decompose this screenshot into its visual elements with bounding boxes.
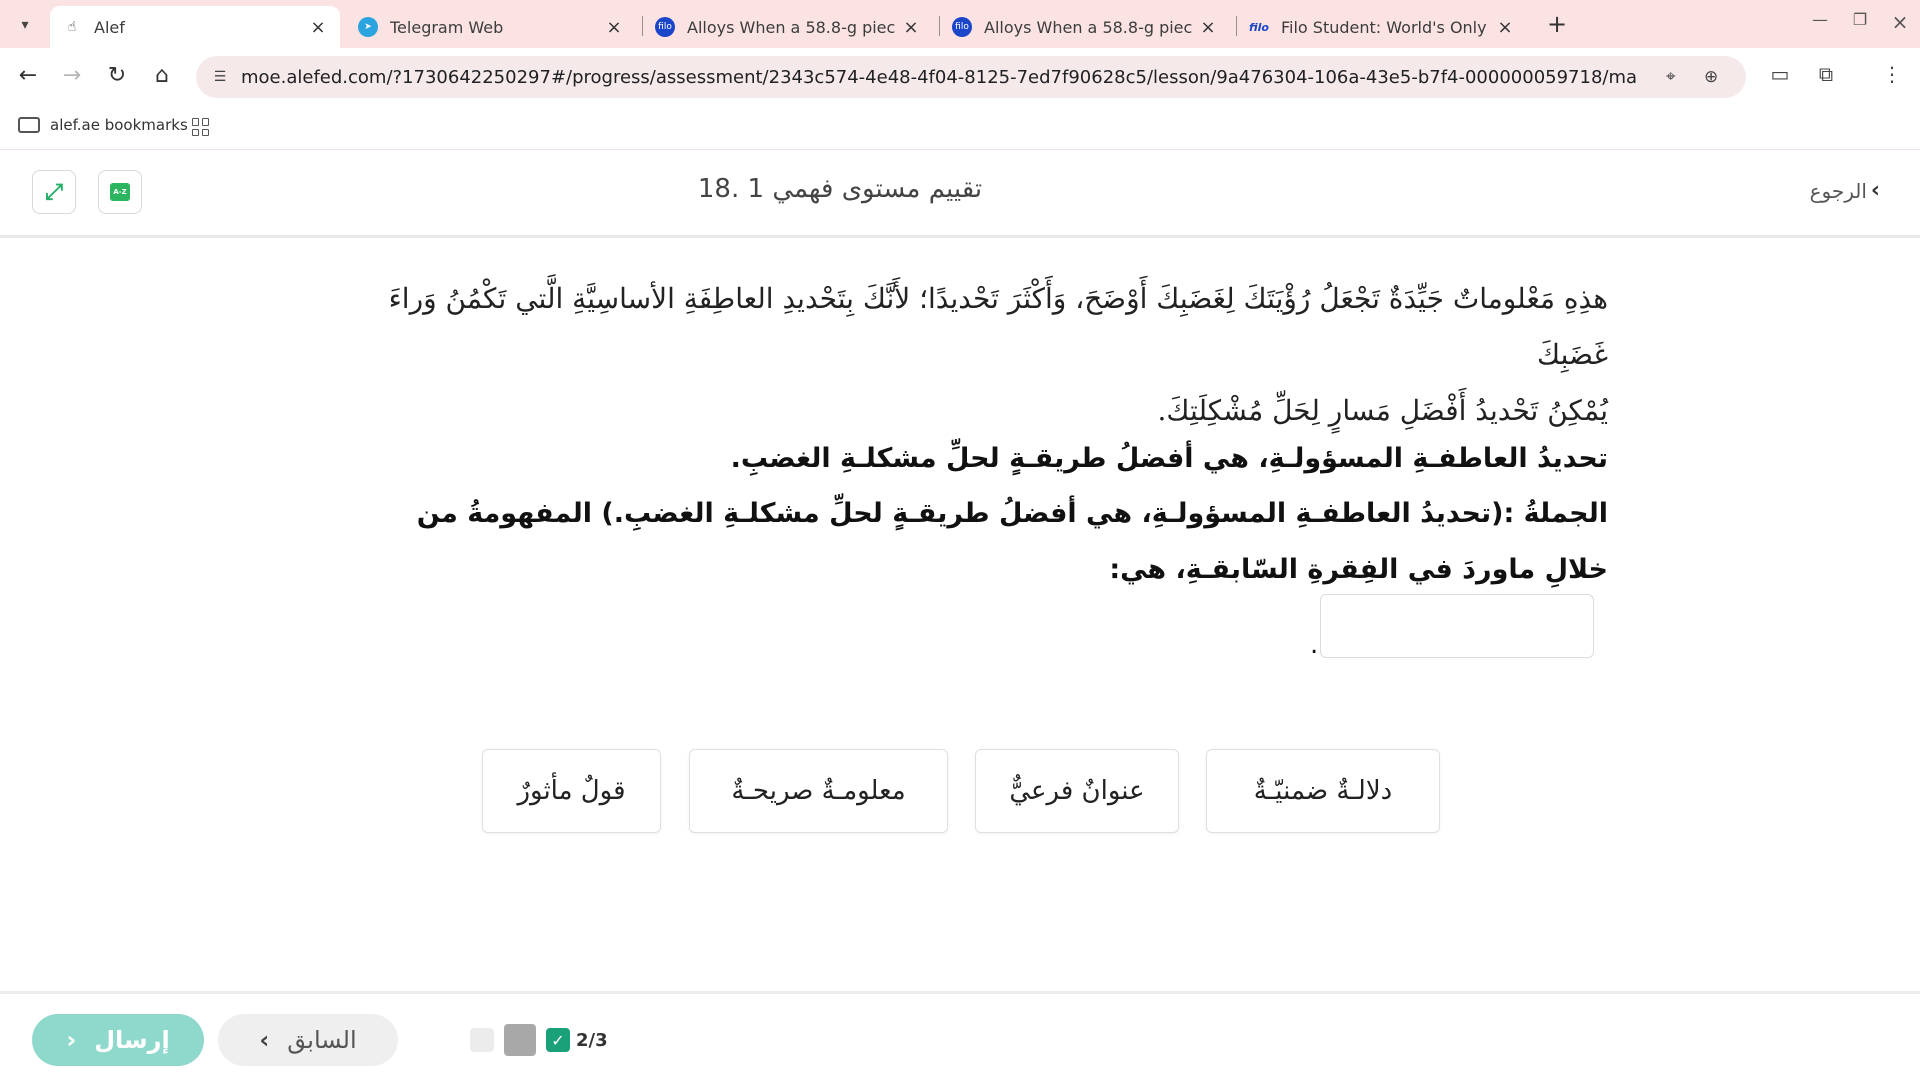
- option-card[interactable]: دلالـةٌ ضمنيّـةٌ: [1206, 749, 1440, 833]
- back-arrow-icon[interactable]: ←: [14, 62, 42, 90]
- lesson-header: ⤢ A-Z 18. تقييم مستوى فهمي 1 › الرجوع: [0, 150, 1920, 238]
- chevron-right-icon: ›: [1870, 178, 1880, 203]
- filo-icon: filo: [952, 17, 972, 37]
- close-icon[interactable]: ×: [1198, 17, 1218, 38]
- forward-arrow-icon[interactable]: →: [58, 62, 86, 90]
- assessment-footer: إرسال ‹ السابق › ✓ 2/3: [0, 991, 1920, 1080]
- restore-icon[interactable]: ❐: [1848, 10, 1872, 29]
- assessment-content: هذِهِ مَعْلوماتٌ جَيِّدَةٌ تَجْعَلُ رُؤْ…: [0, 241, 1920, 991]
- answer-row: .: [1310, 594, 1595, 660]
- passage-line: هذِهِ مَعْلوماتٌ جَيِّدَةٌ تَجْعَلُ رُؤْ…: [388, 282, 1608, 371]
- filo-icon: filo: [1249, 20, 1269, 34]
- option-card[interactable]: عنوانٌ فرعيٌّ: [975, 749, 1179, 833]
- home-icon[interactable]: ⌂: [148, 62, 176, 90]
- menu-kebab-icon[interactable]: ⋮: [1878, 62, 1906, 86]
- browser-toolbar: ← → ↻ ⌂ ☰ moe.alefed.com/?1730642250297#…: [0, 48, 1920, 104]
- answer-suffix: .: [1310, 630, 1319, 660]
- site-info-icon[interactable]: ☰: [210, 67, 230, 87]
- back-link[interactable]: › الرجوع: [1810, 178, 1880, 203]
- chevron-left-icon: ‹: [66, 1026, 77, 1054]
- browser-tab-telegram[interactable]: ➤ Telegram Web ×: [346, 6, 636, 48]
- dictionary-button[interactable]: A-Z: [98, 170, 142, 214]
- minimize-icon[interactable]: —: [1808, 10, 1832, 29]
- browser-tabstrip: ▾ ☝ Alef × ➤ Telegram Web × filo Alloys …: [0, 0, 1920, 48]
- close-icon[interactable]: ×: [308, 17, 328, 38]
- question-text: الجملةُ :(تحديدُ العاطفـةِ المسؤولـةِ، ه…: [416, 498, 1608, 585]
- browser-tab-alef[interactable]: ☝ Alef ×: [50, 6, 340, 48]
- previous-button[interactable]: السابق ›: [218, 1014, 398, 1066]
- lesson-title: 18. تقييم مستوى فهمي 1: [697, 174, 983, 204]
- touch-hand-icon: ☝: [67, 19, 77, 35]
- progress-step-done-check-icon[interactable]: ✓: [546, 1028, 570, 1052]
- cast-icon[interactable]: ▭: [1766, 62, 1794, 86]
- address-bar[interactable]: ☰ moe.alefed.com/?1730642250297#/progres…: [196, 56, 1746, 98]
- url-text[interactable]: moe.alefed.com/?1730642250297#/progress/…: [241, 67, 1636, 88]
- tab-search-chevron-icon[interactable]: ▾: [10, 10, 40, 40]
- new-tab-button[interactable]: +: [1542, 10, 1572, 40]
- statement-text: تحديدُ العاطفـةِ المسؤولـةِ، هي أفضلُ طر…: [730, 443, 1608, 474]
- chevron-right-icon: ›: [259, 1026, 270, 1054]
- question-progress: ✓ 2/3: [470, 1024, 608, 1056]
- extensions-icon[interactable]: ⧉: [1812, 62, 1840, 86]
- browser-tab-filo-2[interactable]: filo Alloys When a 58.8-g piece of h ×: [940, 6, 1230, 48]
- answer-options: دلالـةٌ ضمنيّـةٌ عنوانٌ فرعيٌّ معلومـةٌ …: [482, 749, 1440, 833]
- reload-icon[interactable]: ↻: [103, 62, 131, 90]
- progress-step-pending[interactable]: [470, 1028, 494, 1052]
- folder-icon: [18, 117, 40, 133]
- close-window-icon[interactable]: ×: [1888, 10, 1912, 34]
- browser-tab-filo-1[interactable]: filo Alloys When a 58.8-g piece of h ×: [643, 6, 933, 48]
- location-pin-icon[interactable]: ⌖: [1666, 67, 1676, 87]
- reading-passage: هذِهِ مَعْلوماتٌ جَيِّدَةٌ تَجْعَلُ رُؤْ…: [330, 271, 1608, 439]
- option-card[interactable]: قولٌ مأثورٌ: [482, 749, 661, 833]
- browser-tab-filo-3[interactable]: filo Filo Student: World's Only Live I ×: [1237, 6, 1527, 48]
- submit-button[interactable]: إرسال ‹: [32, 1014, 204, 1066]
- close-icon[interactable]: ×: [901, 17, 921, 38]
- option-card[interactable]: معلومـةٌ صريحـةٌ: [689, 749, 948, 833]
- expand-arrows-icon: ⤢: [45, 179, 63, 205]
- bookmarks-bar: alef.ae bookmarks: [0, 104, 1920, 150]
- progress-step-current[interactable]: [504, 1024, 536, 1056]
- apps-grid-icon[interactable]: [192, 118, 210, 136]
- answer-drop-zone[interactable]: [1320, 594, 1595, 658]
- zoom-icon[interactable]: ⊕: [1704, 67, 1718, 87]
- bookmark-folder-alef[interactable]: alef.ae bookmarks: [18, 116, 188, 134]
- filo-icon: filo: [655, 17, 675, 37]
- fullscreen-button[interactable]: ⤢: [32, 170, 76, 214]
- telegram-icon: ➤: [358, 17, 378, 37]
- progress-count: 2/3: [576, 1029, 608, 1051]
- close-icon[interactable]: ×: [1495, 17, 1515, 38]
- close-icon[interactable]: ×: [604, 17, 624, 38]
- dictionary-icon: A-Z: [110, 183, 130, 201]
